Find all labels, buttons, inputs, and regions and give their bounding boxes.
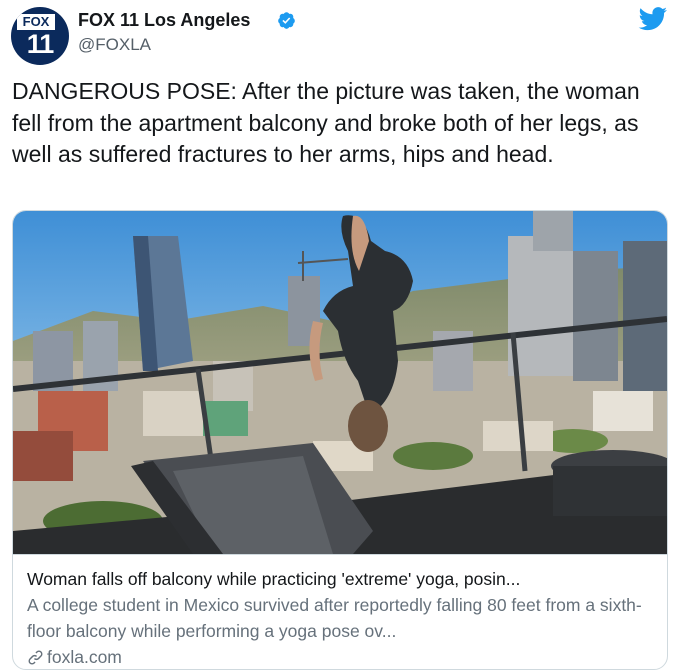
handle[interactable]: @FOXLA (78, 34, 151, 56)
tweet-text: DANGEROUS POSE: After the picture was ta… (12, 78, 640, 167)
card-domain-text[interactable]: foxla.com (47, 644, 122, 669)
card-meta[interactable]: Woman falls off balcony while practicing… (13, 554, 667, 669)
display-name[interactable]: FOX 11 Los Angeles (78, 9, 250, 31)
fox-logo-number: 11 (26, 29, 55, 59)
card-domain[interactable]: foxla.com (27, 644, 653, 669)
card-image[interactable] (13, 211, 667, 554)
card-description: A college student in Mexico survived aft… (27, 595, 642, 641)
twitter-bird-icon[interactable] (638, 7, 668, 31)
avatar[interactable]: FOX 11 (11, 7, 69, 65)
verified-badge-icon (278, 12, 295, 29)
link-icon (28, 650, 43, 664)
link-preview-card[interactable]: Woman falls off balcony while practicing… (12, 210, 668, 670)
fox-logo-text: FOX (17, 14, 55, 30)
card-title[interactable]: Woman falls off balcony while practicing… (27, 566, 653, 592)
